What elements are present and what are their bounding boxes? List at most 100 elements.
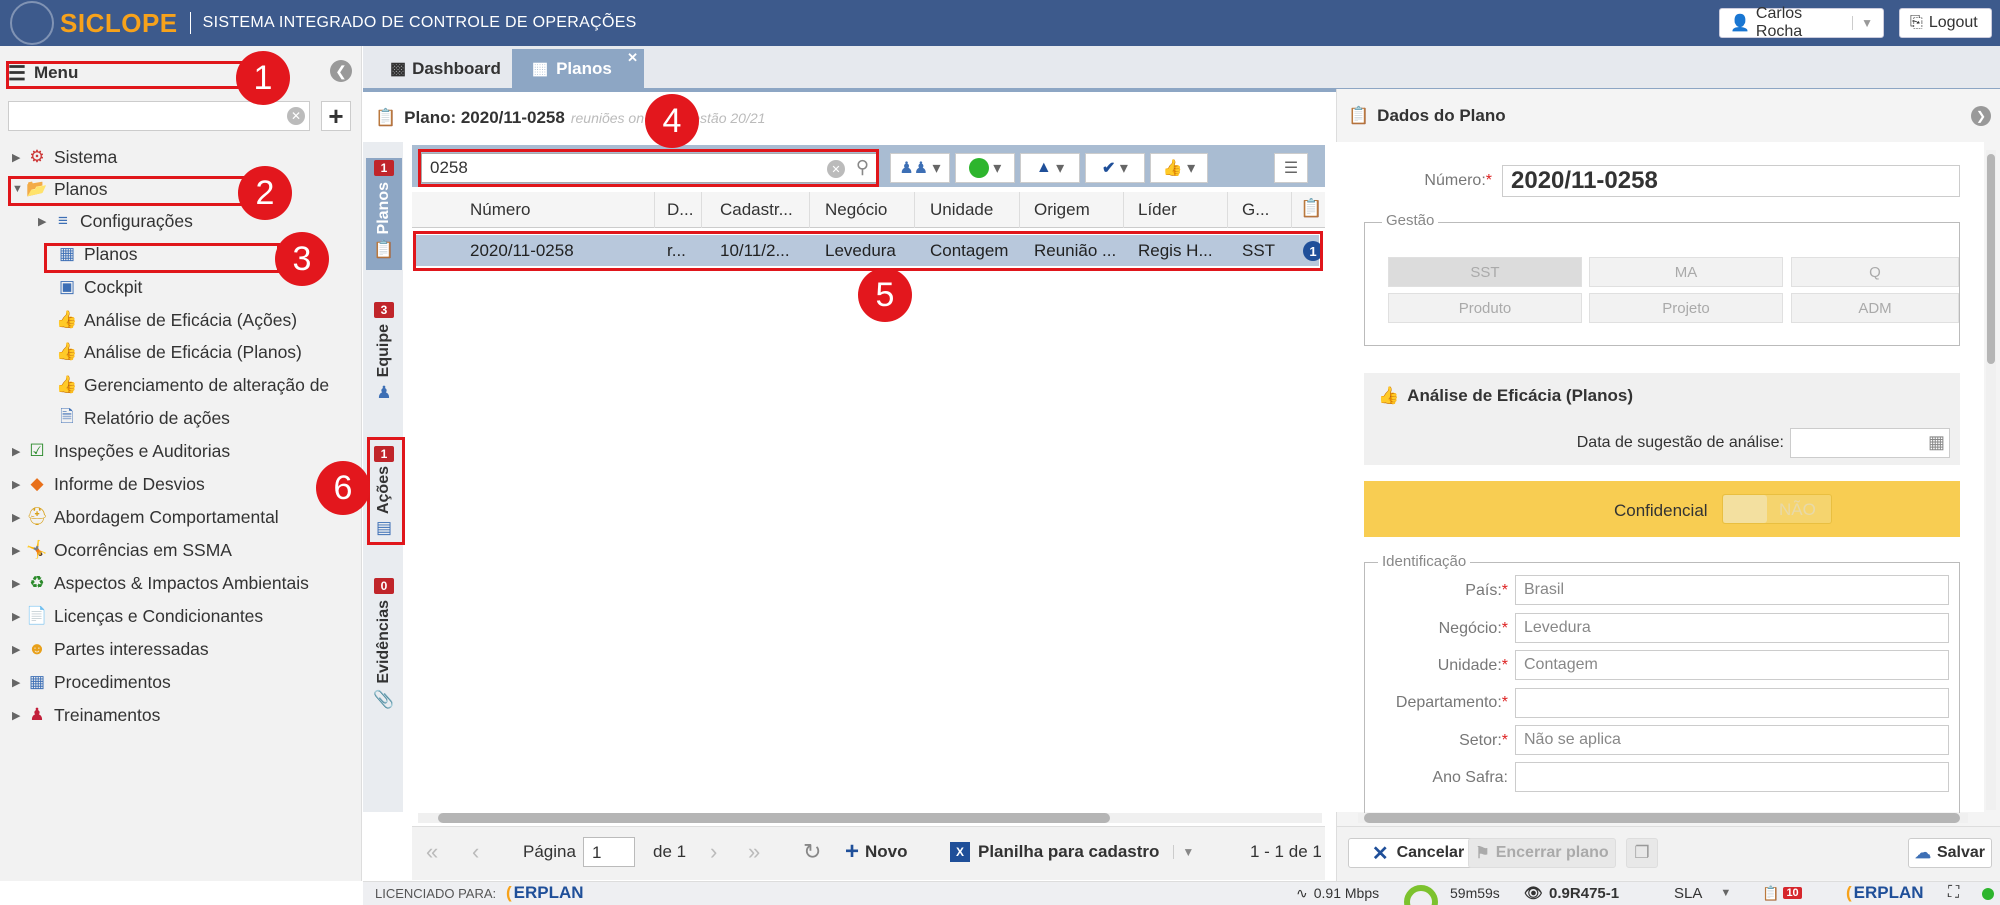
negocio-field[interactable]: Levedura	[1515, 613, 1949, 643]
gestao-produto-button[interactable]: Produto	[1388, 293, 1582, 323]
collapse-panel-icon[interactable]: ❯	[1971, 106, 1991, 126]
novo-button[interactable]: + Novo	[845, 836, 908, 868]
check-icon: ✔	[1102, 160, 1116, 177]
sla-menu[interactable]: SLA ▼	[1674, 883, 1731, 903]
column-lider[interactable]: Líder	[1128, 192, 1228, 228]
check-filter-button[interactable]: ✔ ▾	[1085, 153, 1145, 183]
sidebar-item-licencas[interactable]: ▶ 📄 Licenças e Condicionantes	[12, 601, 263, 631]
departamento-field[interactable]	[1515, 688, 1949, 718]
helmet-icon: ⛑	[26, 507, 48, 526]
tab-planos[interactable]: ▦ Planos ✕	[512, 49, 644, 89]
column-negocio[interactable]: Negócio	[815, 192, 915, 228]
vtab-evidencias[interactable]: 0 Evidências 📎	[366, 578, 402, 716]
pais-field[interactable]: Brasil	[1515, 575, 1949, 605]
annotation-box-1	[6, 61, 256, 89]
close-icon[interactable]: ✕	[627, 50, 638, 66]
column-cadastro[interactable]: Cadastr...	[710, 192, 810, 228]
last-page-icon[interactable]: »	[748, 836, 760, 868]
cancelar-button[interactable]: ✕ Cancelar	[1348, 838, 1488, 868]
fullscreen-icon[interactable]: ⛶	[1948, 883, 1959, 903]
gestao-legend: Gestão	[1382, 212, 1439, 229]
prev-page-icon[interactable]: ‹	[472, 836, 479, 868]
warning-diamond-icon: ◆	[30, 474, 44, 493]
salvar-button[interactable]: ☁ Salvar	[1908, 838, 1992, 868]
setor-field[interactable]: Não se aplica	[1515, 725, 1949, 755]
sidebar-item-aspectos[interactable]: ▶ ♻ Aspectos & Impactos Ambientais	[12, 568, 309, 598]
status-filter-button[interactable]: ▾	[955, 153, 1015, 183]
menu-search-input[interactable]: ✕	[8, 101, 310, 131]
sidebar-item-abordagem[interactable]: ▶ ⛑ Abordagem Comportamental	[12, 502, 279, 532]
form-horizontal-scrollbar[interactable]	[1358, 813, 1968, 823]
sidebar-item-eficacia-acoes[interactable]: 👍 Análise de Eficácia (Ações)	[56, 305, 297, 335]
chevron-down-icon[interactable]: ▼	[1173, 845, 1194, 859]
collapse-sidebar-icon[interactable]: ❮	[330, 60, 352, 82]
gestao-ma-button[interactable]: MA	[1589, 257, 1783, 287]
unidade-field[interactable]: Contagem	[1515, 650, 1949, 680]
logout-button[interactable]: ⎘ Logout	[1899, 8, 1992, 38]
page-input[interactable]: 1	[583, 837, 635, 867]
refresh-icon[interactable]: ↻	[803, 836, 821, 868]
first-page-icon[interactable]: «	[426, 836, 438, 868]
copy-button[interactable]: ❐	[1626, 838, 1658, 868]
sidebar-item-desvios[interactable]: ▶ ◆ Informe de Desvios	[12, 469, 205, 499]
excel-icon: X	[950, 842, 970, 862]
sidebar-item-treinamentos[interactable]: ▶ ♟ Treinamentos	[12, 700, 160, 730]
gestao-adm-button[interactable]: ADM	[1791, 293, 1959, 323]
scrollbar-thumb[interactable]	[1987, 154, 1995, 364]
scrollbar-thumb[interactable]	[1364, 813, 1960, 823]
encerrar-plano-button[interactable]: ⚑ Encerrar plano	[1468, 838, 1616, 868]
encerrar-label: Encerrar plano	[1495, 844, 1609, 861]
column-g[interactable]: G...	[1232, 192, 1292, 228]
vtab-equipe[interactable]: 3 Equipe ♟	[366, 302, 402, 414]
sidebar-item-eficacia-planos[interactable]: 👍 Análise de Eficácia (Planos)	[56, 337, 301, 367]
eficacia-filter-button[interactable]: 👍 ▾	[1150, 153, 1208, 183]
chevron-down-icon: ▼	[1720, 887, 1732, 899]
clipboard-icon[interactable]: 📋	[1300, 198, 1322, 219]
logout-label: Logout	[1928, 14, 1978, 31]
team-filter-button[interactable]: ♟♟ ▾	[890, 153, 950, 183]
annotation-badge-2: 2	[238, 166, 292, 220]
calendar-icon[interactable]: ▦	[1928, 432, 1945, 453]
column-origem[interactable]: Origem	[1024, 192, 1124, 228]
scrollbar-thumb[interactable]	[438, 813, 1110, 823]
vtab-planos[interactable]: 1 Planos 📋	[366, 158, 402, 270]
sidebar-item-relatorio[interactable]: 🗎 Relatório de ações	[56, 403, 230, 433]
ano-safra-field[interactable]	[1515, 762, 1949, 792]
erplan-logo-mark: (	[506, 883, 512, 902]
session-timer: 59m59s	[1450, 885, 1500, 901]
gestao-q-button[interactable]: Q	[1791, 257, 1959, 287]
annotation-badge-6: 6	[316, 461, 370, 515]
sidebar-item-label: Cockpit	[84, 276, 143, 297]
column-d[interactable]: D...	[657, 192, 702, 228]
data-sugestao-input[interactable]: ▦	[1790, 428, 1950, 458]
column-numero[interactable]: Número	[460, 192, 655, 228]
planilha-button[interactable]: X Planilha para cadastro ▼	[950, 836, 1194, 868]
sidebar-item-cockpit[interactable]: ▣ Cockpit	[56, 272, 142, 302]
warning-filter-button[interactable]: ▲ ▾	[1020, 153, 1080, 183]
sidebar-item-ocorrencias[interactable]: ▶ 🤸 Ocorrências em SSMA	[12, 535, 232, 565]
notification-count: 10	[1783, 887, 1802, 899]
sidebar-item-gerenciamento[interactable]: 👍 Gerenciamento de alteração de	[56, 370, 329, 400]
expand-icon: ▶	[12, 577, 21, 590]
clear-icon[interactable]: ✕	[287, 107, 305, 125]
sidebar-item-procedimentos[interactable]: ▶ ▦ Procedimentos	[12, 667, 171, 697]
gestao-sst-button[interactable]: SST	[1388, 257, 1582, 287]
unidade-label: Unidade:*	[1437, 657, 1508, 674]
numero-field[interactable]: 2020/11-0258	[1502, 165, 1960, 197]
sidebar-item-label: Licenças e Condicionantes	[54, 605, 264, 626]
form-vertical-scrollbar[interactable]	[1986, 150, 1996, 810]
grid-menu-button[interactable]: ☰	[1274, 153, 1308, 183]
sidebar-item-sistema[interactable]: ▶ ⚙ Sistema	[12, 142, 117, 172]
tab-dashboard[interactable]: ▩ Dashboard	[370, 49, 521, 89]
user-menu-button[interactable]: 👤 Carlos Rocha ▼	[1719, 5, 1884, 40]
notifications[interactable]: 📋 10	[1762, 883, 1802, 903]
add-button[interactable]: +	[321, 101, 351, 131]
sidebar-item-configuracoes[interactable]: ▶ ≡ Configurações	[38, 206, 193, 236]
next-page-icon[interactable]: ›	[710, 836, 717, 868]
gestao-projeto-button[interactable]: Projeto	[1589, 293, 1783, 323]
grid-horizontal-scrollbar[interactable]	[418, 813, 1322, 823]
column-unidade[interactable]: Unidade	[920, 192, 1020, 228]
sidebar-item-partes[interactable]: ▶ ☻ Partes interessadas	[12, 634, 209, 664]
confidencial-toggle[interactable]: NÃO	[1722, 494, 1832, 524]
sidebar-item-inspecoes[interactable]: ▶ ☑ Inspeções e Auditorias	[12, 436, 230, 466]
